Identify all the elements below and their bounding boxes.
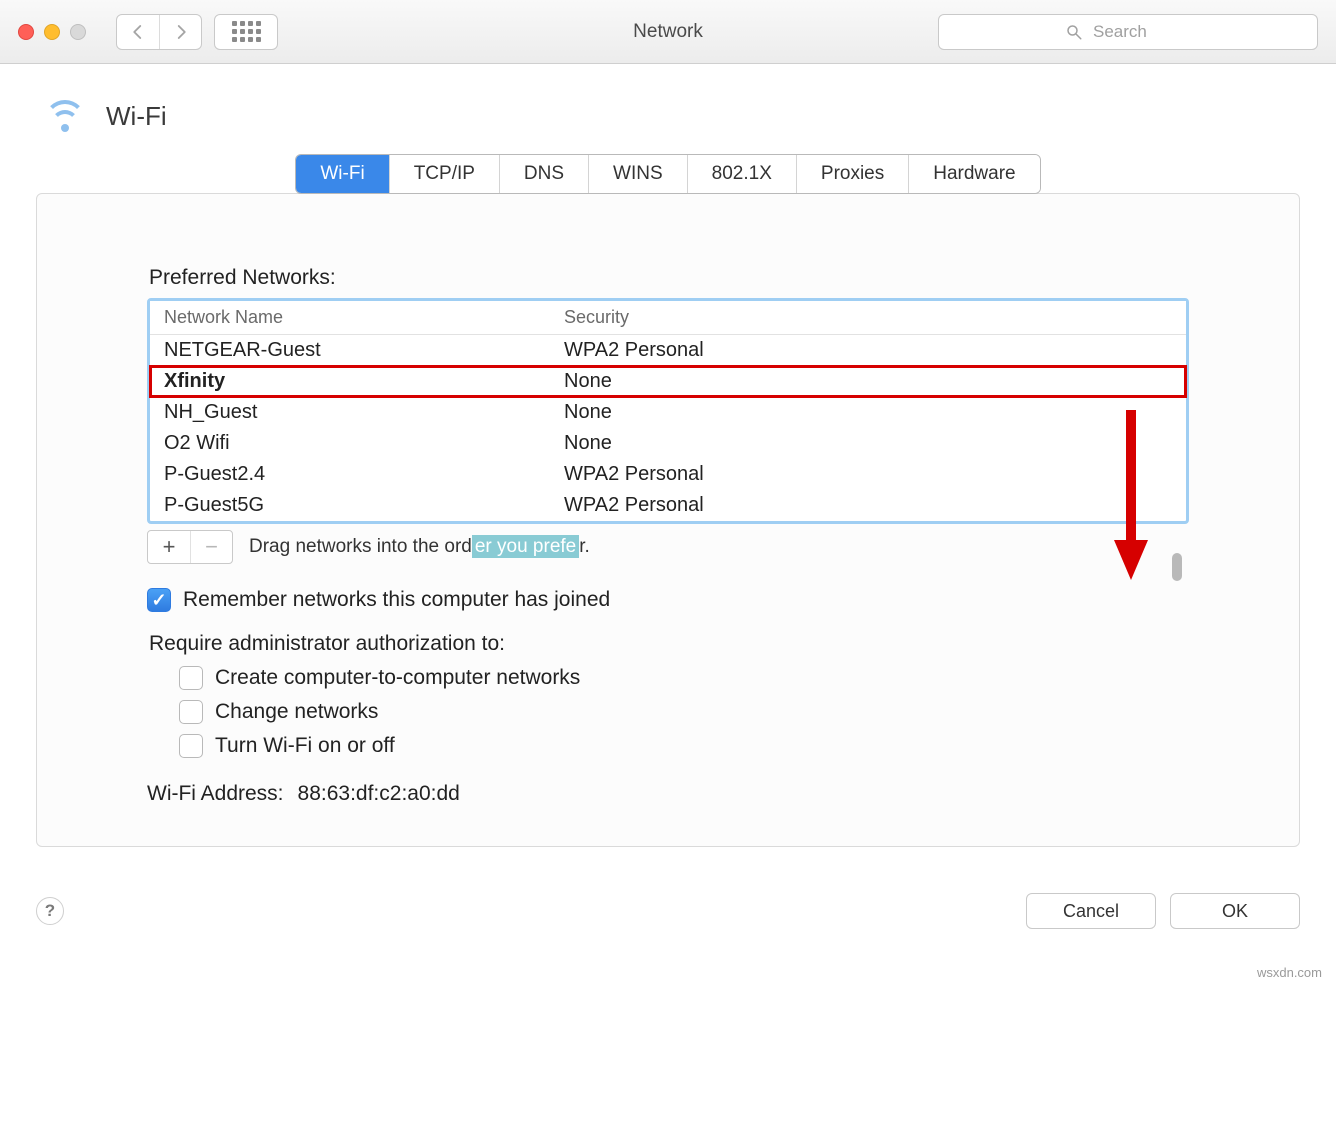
remember-networks-checkbox-row[interactable]: Remember networks this computer has join… <box>147 588 1189 612</box>
network-name: O2 Wifi <box>150 432 560 455</box>
tab-tcp-ip[interactable]: TCP/IP <box>389 155 499 193</box>
table-header-row: Network Name Security <box>150 301 1186 335</box>
network-security: WPA2 Personal <box>560 494 1186 517</box>
drag-hint-post: r. <box>579 536 590 557</box>
tab-bar: Wi-FiTCP/IPDNSWINS802.1XProxiesHardware <box>36 154 1300 194</box>
table-body: NETGEAR-GuestWPA2 PersonalXfinityNoneNH_… <box>150 335 1186 521</box>
table-row[interactable]: O2 WifiNone <box>150 428 1186 459</box>
require-admin-option[interactable]: Change networks <box>179 700 1189 724</box>
network-security: None <box>560 370 1186 393</box>
tab-802-1x[interactable]: 802.1X <box>687 155 796 193</box>
network-name: NH_Guest <box>150 401 560 424</box>
window-titlebar: Network <box>0 0 1336 64</box>
search-input[interactable] <box>1091 21 1191 43</box>
chevron-left-icon <box>129 23 147 41</box>
require-admin-label: Turn Wi-Fi on or off <box>215 734 395 758</box>
wifi-address-value: 88:63:df:c2:a0:dd <box>298 782 460 806</box>
table-row[interactable]: P-Guest2.4WPA2 Personal <box>150 459 1186 490</box>
remember-networks-label: Remember networks this computer has join… <box>183 588 610 612</box>
add-remove-buttons: + − <box>147 530 233 564</box>
tab-hardware[interactable]: Hardware <box>908 155 1039 193</box>
traffic-lights <box>18 24 86 40</box>
drag-hint-pre: Drag networks into the ord <box>249 536 472 557</box>
add-network-button[interactable]: + <box>148 531 190 563</box>
pane-header: Wi-Fi <box>42 98 1300 134</box>
nav-forward-button[interactable] <box>159 15 201 49</box>
search-field-wrap[interactable] <box>938 14 1318 50</box>
image-attribution: wsxdn.com <box>0 959 1336 994</box>
ok-button[interactable]: OK <box>1170 893 1300 929</box>
network-name: NETGEAR-Guest <box>150 339 560 362</box>
minimize-window-icon[interactable] <box>44 24 60 40</box>
wifi-icon <box>42 98 88 134</box>
zoom-window-icon[interactable] <box>70 24 86 40</box>
wifi-address-row: Wi-Fi Address: 88:63:df:c2:a0:dd <box>147 782 1189 806</box>
chevron-right-icon <box>172 23 190 41</box>
show-all-prefs-button[interactable] <box>214 14 278 50</box>
require-admin-label: Create computer-to-computer networks <box>215 666 580 690</box>
network-name: P-Guest2.4 <box>150 463 560 486</box>
table-row[interactable]: P-Guest5GWPA2 Personal <box>150 490 1186 521</box>
network-name: Xfinity <box>150 370 560 393</box>
remove-network-button[interactable]: − <box>190 531 232 563</box>
network-security: WPA2 Personal <box>560 463 1186 486</box>
require-admin-option[interactable]: Turn Wi-Fi on or off <box>179 734 1189 758</box>
require-admin-label: Change networks <box>215 700 378 724</box>
tab-dns[interactable]: DNS <box>499 155 588 193</box>
network-name: P-Guest5G <box>150 494 560 517</box>
sheet-footer: ? Cancel OK <box>36 893 1300 929</box>
prefs-sheet: Wi-Fi Wi-FiTCP/IPDNSWINS802.1XProxiesHar… <box>0 64 1336 959</box>
preferred-networks-table[interactable]: Network Name Security NETGEAR-GuestWPA2 … <box>147 298 1189 524</box>
column-header-security[interactable]: Security <box>560 307 1186 328</box>
scrollbar-track[interactable] <box>1170 375 1182 515</box>
table-row[interactable]: XfinityNone <box>150 366 1186 397</box>
tab-wi-fi[interactable]: Wi-Fi <box>296 155 388 193</box>
help-button[interactable]: ? <box>36 897 64 925</box>
network-security: None <box>560 401 1186 424</box>
add-remove-row: + − Drag networks into the order you pre… <box>147 530 1189 564</box>
tab-wins[interactable]: WINS <box>588 155 687 193</box>
drag-hint: Drag networks into the order you prefer. <box>249 536 590 558</box>
column-header-network-name[interactable]: Network Name <box>150 307 560 328</box>
close-window-icon[interactable] <box>18 24 34 40</box>
network-security: WPA2 Personal <box>560 339 1186 362</box>
network-security: None <box>560 432 1186 455</box>
preferred-networks-label: Preferred Networks: <box>149 266 1189 290</box>
scrollbar-thumb[interactable] <box>1172 553 1182 581</box>
require-admin-label: Require administrator authorization to: <box>149 632 1189 656</box>
require-admin-checkbox[interactable] <box>179 700 203 724</box>
tab-proxies[interactable]: Proxies <box>796 155 908 193</box>
watermark-overlay: er you prefe <box>472 535 579 558</box>
wifi-advanced-panel: Preferred Networks: Network Name Securit… <box>36 193 1300 847</box>
search-icon <box>1065 23 1083 41</box>
table-row[interactable]: NH_GuestNone <box>150 397 1186 428</box>
wifi-address-label: Wi-Fi Address: <box>147 782 284 806</box>
pane-title: Wi-Fi <box>106 101 167 132</box>
require-admin-checkbox[interactable] <box>179 666 203 690</box>
cancel-button[interactable]: Cancel <box>1026 893 1156 929</box>
nav-back-button[interactable] <box>117 15 159 49</box>
table-row[interactable]: NETGEAR-GuestWPA2 Personal <box>150 335 1186 366</box>
nav-back-forward <box>116 14 202 50</box>
require-admin-checkbox[interactable] <box>179 734 203 758</box>
require-admin-option[interactable]: Create computer-to-computer networks <box>179 666 1189 690</box>
apps-grid-icon <box>232 21 261 42</box>
remember-networks-checkbox[interactable] <box>147 588 171 612</box>
